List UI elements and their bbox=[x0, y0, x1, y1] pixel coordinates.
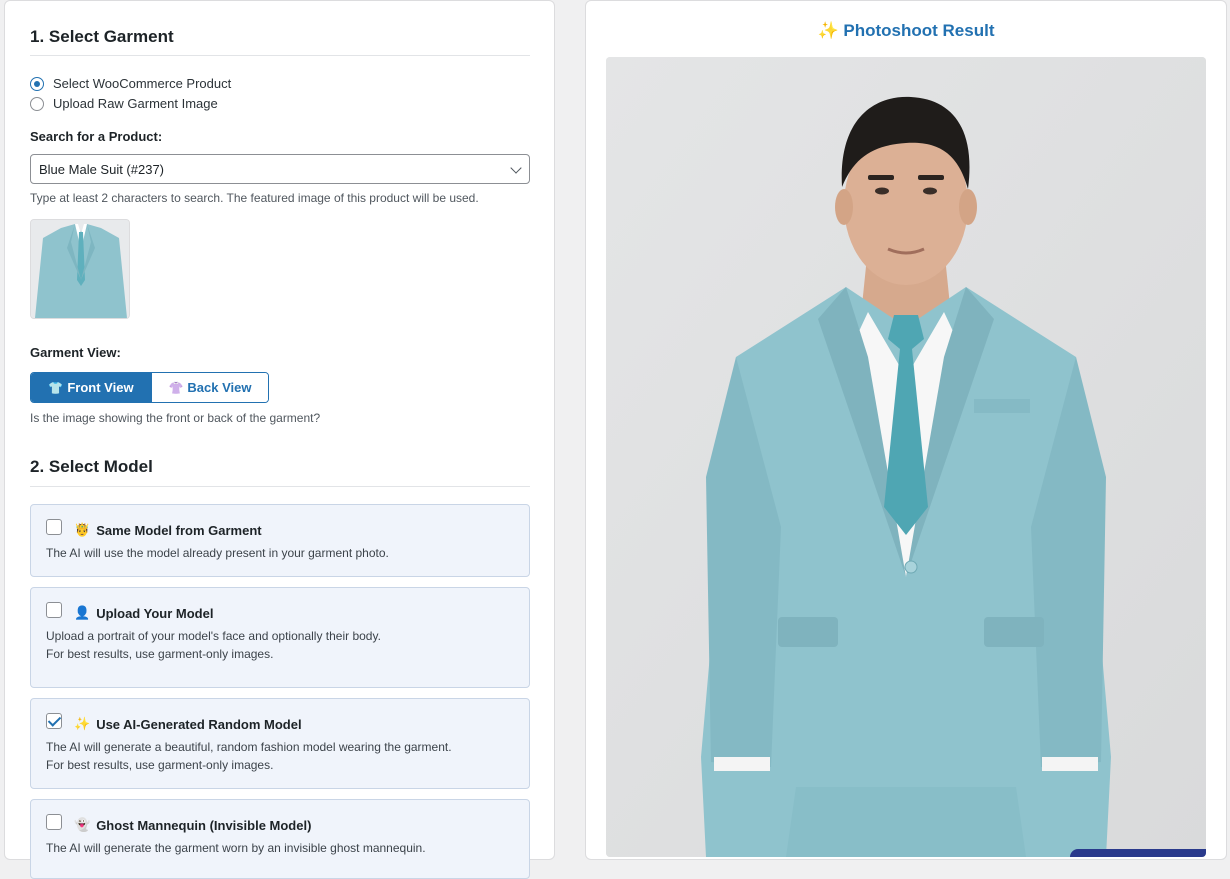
radio-label: Select WooCommerce Product bbox=[53, 76, 232, 91]
search-hint: Type at least 2 characters to search. Th… bbox=[30, 191, 479, 205]
model-option-description: Upload a portrait of your model's face a… bbox=[46, 627, 381, 663]
photoshoot-result-image bbox=[606, 57, 1206, 857]
front-view-label: Front View bbox=[67, 380, 134, 395]
radio-woocommerce-product[interactable]: Select WooCommerce Product bbox=[30, 76, 231, 91]
model-option-title: ✨ Use AI-Generated Random Model bbox=[74, 716, 302, 732]
model-option-title: 🤴 Same Model from Garment bbox=[74, 522, 262, 538]
section-heading-model: 2. Select Model bbox=[30, 457, 153, 476]
description-line: Upload a portrait of your model's face a… bbox=[46, 629, 381, 643]
radio-upload-raw-image[interactable]: Upload Raw Garment Image bbox=[30, 96, 218, 111]
garment-view-toggle: 👕 Front View 👚 Back View bbox=[30, 372, 269, 403]
back-view-label: Back View bbox=[187, 380, 252, 395]
checkbox[interactable] bbox=[46, 713, 62, 729]
garment-view-hint: Is the image showing the front or back o… bbox=[30, 411, 321, 425]
description-line: The AI will generate a beautiful, random… bbox=[46, 740, 452, 754]
prince-icon: 🤴 bbox=[74, 522, 91, 537]
garment-view-label: Garment View: bbox=[30, 345, 121, 360]
suit-jacket-image bbox=[31, 220, 129, 318]
model-option-description: The AI will generate a beautiful, random… bbox=[46, 738, 452, 774]
description-line: The AI will generate the garment worn by… bbox=[46, 841, 426, 855]
model-option-title-text: Same Model from Garment bbox=[96, 522, 262, 538]
model-option-title-text: Upload Your Model bbox=[96, 605, 214, 621]
radio-button[interactable] bbox=[30, 76, 44, 91]
checkbox[interactable] bbox=[46, 602, 62, 618]
selected-product-value: Blue Male Suit (#237) bbox=[39, 161, 165, 177]
model-option-ghost-mannequin[interactable]: 👻 Ghost Mannequin (Invisible Model) The … bbox=[30, 799, 530, 879]
chevron-down-icon bbox=[510, 162, 522, 174]
description-line: For best results, use garment-only image… bbox=[46, 758, 274, 772]
section-heading-garment: 1. Select Garment bbox=[30, 27, 174, 46]
radio-label: Upload Raw Garment Image bbox=[53, 96, 218, 111]
model-option-description: The AI will generate the garment worn by… bbox=[46, 839, 426, 857]
model-option-title: 👤 Upload Your Model bbox=[74, 605, 213, 621]
product-thumbnail bbox=[30, 219, 130, 319]
front-view-button[interactable]: 👕 Front View bbox=[31, 373, 151, 402]
back-view-button[interactable]: 👚 Back View bbox=[151, 373, 268, 402]
section-divider bbox=[30, 55, 530, 56]
product-search-select[interactable]: Blue Male Suit (#237) bbox=[30, 154, 530, 184]
radio-button[interactable] bbox=[30, 96, 44, 111]
search-product-label: Search for a Product: bbox=[30, 129, 163, 144]
model-option-title-text: Use AI-Generated Random Model bbox=[96, 716, 302, 732]
model-in-suit-image bbox=[606, 57, 1206, 857]
description-line: The AI will use the model already presen… bbox=[46, 546, 389, 560]
model-option-upload-model[interactable]: 👤 Upload Your Model Upload a portrait of… bbox=[30, 587, 530, 688]
person-icon: 👤 bbox=[74, 605, 91, 620]
section-divider bbox=[30, 486, 530, 487]
generate-button-corner[interactable] bbox=[1070, 849, 1206, 857]
model-option-description: The AI will use the model already presen… bbox=[46, 544, 389, 562]
description-line: For best results, use garment-only image… bbox=[46, 647, 274, 661]
model-option-same-model[interactable]: 🤴 Same Model from Garment The AI will us… bbox=[30, 504, 530, 577]
blouse-icon: 👚 bbox=[168, 380, 184, 395]
ghost-icon: 👻 bbox=[74, 817, 91, 832]
shirt-icon: 👕 bbox=[48, 380, 64, 395]
result-title: ✨ Photoshoot Result bbox=[817, 21, 995, 40]
checkbox[interactable] bbox=[46, 814, 62, 830]
garment-settings-panel: 1. Select Garment Select WooCommerce Pro… bbox=[4, 0, 555, 879]
checkbox[interactable] bbox=[46, 519, 62, 535]
result-panel: ✨ Photoshoot Result bbox=[585, 0, 1227, 860]
model-option-title-text: Ghost Mannequin (Invisible Model) bbox=[96, 817, 312, 833]
sparkles-icon: ✨ bbox=[74, 716, 91, 731]
model-option-ai-random[interactable]: ✨ Use AI-Generated Random Model The AI w… bbox=[30, 698, 530, 789]
model-option-title: 👻 Ghost Mannequin (Invisible Model) bbox=[74, 817, 311, 833]
